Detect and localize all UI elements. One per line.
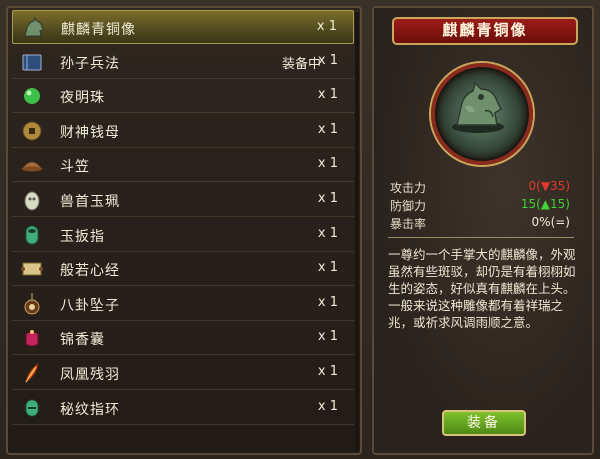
coin-icon <box>20 119 44 143</box>
item-row[interactable]: 夜明珠 x 1 <box>12 79 354 114</box>
item-row[interactable]: 兽首玉珮 x 1 <box>12 183 354 217</box>
item-description: 一尊约一个手掌大的麒麟像，外观虽然有些斑驳，却仍是有着栩栩如生的姿态，好似真有麒… <box>388 247 576 330</box>
pearl-icon <box>20 84 44 108</box>
item-name: 玉扳指 <box>60 228 105 245</box>
item-quantity: x 1 <box>317 225 338 241</box>
item-name: 般若心经 <box>60 263 120 280</box>
item-name: 财神钱母 <box>60 124 120 141</box>
item-quantity: x 1 <box>317 329 338 345</box>
item-portrait <box>431 63 533 165</box>
stat-label-attack: 攻击力 <box>390 181 427 195</box>
item-name: 锦香囊 <box>60 332 105 349</box>
item-row[interactable]: 财神钱母 x 1 <box>12 114 354 148</box>
item-name: 麒麟青铜像 <box>61 22 136 38</box>
item-name: 夜明珠 <box>60 90 105 107</box>
item-quantity: x 1 <box>317 294 338 310</box>
stat-label-defense: 防御力 <box>390 199 427 213</box>
scroll-icon <box>20 257 44 281</box>
item-quantity: x 1 <box>316 19 337 34</box>
stat-label-crit: 暴击率 <box>390 217 427 231</box>
scrollbar[interactable] <box>355 12 359 452</box>
equipped-status: 装备中 <box>282 56 322 72</box>
item-quantity: x 1 <box>317 156 338 172</box>
jade-ring-icon <box>20 223 44 247</box>
item-detail-panel: 麒麟青铜像 攻击力 0(▼35) 防御力 15(▲15) 暴击率 0%(=) 一… <box>372 6 594 455</box>
bamboo-hat-icon <box>20 153 44 177</box>
item-row[interactable]: 孙子兵法 装备中 x 1 <box>12 45 354 79</box>
stats-box: 攻击力 0(▼35) 防御力 15(▲15) 暴击率 0%(=) <box>382 173 584 235</box>
item-row[interactable]: 凤凰残羽 x 1 <box>12 356 354 390</box>
item-list-panel: 麒麟青铜像 x 1 孙子兵法 装备中 x 1 夜明珠 x 1 财神钱母 x 1 斗笠 x 1 兽首玉珮… <box>6 6 362 455</box>
item-title: 麒麟青铜像 <box>392 17 578 45</box>
item-quantity: x 1 <box>317 364 338 379</box>
item-row[interactable]: 斗笠 x 1 <box>12 148 354 183</box>
item-quantity: x 1 <box>317 121 338 137</box>
item-quantity: x 1 <box>317 260 338 276</box>
item-name: 八卦坠子 <box>60 297 120 314</box>
book-icon <box>20 50 44 74</box>
stat-value-crit: 0%(=) <box>531 215 570 229</box>
equip-button[interactable]: 装备 <box>442 410 526 436</box>
item-quantity: x 1 <box>317 191 338 206</box>
item-row[interactable]: 般若心经 x 1 <box>12 252 354 287</box>
inventory-window: 麒麟青铜像 x 1 孙子兵法 装备中 x 1 夜明珠 x 1 财神钱母 x 1 斗笠 x 1 兽首玉珮… <box>0 0 600 459</box>
item-name: 孙子兵法 <box>60 55 120 72</box>
stat-value-attack: 0(▼35) <box>528 179 571 193</box>
item-row[interactable]: 麒麟青铜像 x 1 <box>12 10 354 44</box>
feather-icon <box>20 361 44 385</box>
item-list: 麒麟青铜像 x 1 孙子兵法 装备中 x 1 夜明珠 x 1 财神钱母 x 1 斗笠 x 1 兽首玉珮… <box>8 8 360 453</box>
item-name: 秘纹指环 <box>60 401 120 418</box>
item-quantity: x 1 <box>317 52 338 68</box>
item-row[interactable]: 玉扳指 x 1 <box>12 218 354 252</box>
sachet-icon <box>20 326 44 350</box>
item-row[interactable]: 八卦坠子 x 1 <box>12 287 354 321</box>
stat-value-defense: 15(▲15) <box>520 197 570 211</box>
divider <box>388 237 574 238</box>
bagua-pendant-icon <box>20 292 44 316</box>
qilin-statue-icon <box>452 81 504 133</box>
jade-pendant-icon <box>20 188 44 212</box>
item-row[interactable]: 秘纹指环 x 1 <box>12 391 354 425</box>
rune-ring-icon <box>20 396 44 420</box>
item-row[interactable]: 锦香囊 x 1 <box>12 321 354 356</box>
qilin-statue-icon <box>21 16 45 40</box>
item-quantity: x 1 <box>317 398 338 414</box>
item-name: 兽首玉珮 <box>60 194 120 210</box>
item-name: 凤凰残羽 <box>60 367 120 383</box>
item-name: 斗笠 <box>60 159 90 176</box>
item-quantity: x 1 <box>317 87 338 103</box>
